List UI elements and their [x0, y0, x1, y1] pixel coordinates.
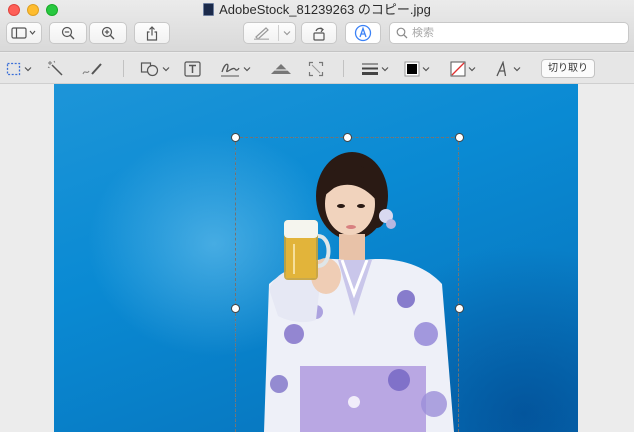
rectangular-selection-icon: [6, 62, 21, 76]
zoom-out-icon: [61, 26, 75, 40]
fill-color-swatch-icon: [450, 61, 466, 77]
document-icon: [203, 3, 215, 16]
sketch-tool-button[interactable]: [81, 59, 103, 79]
crop-selection-rectangle[interactable]: [231, 133, 464, 432]
adjust-size-button[interactable]: [308, 59, 324, 79]
sidebar-icon: [11, 27, 36, 39]
zoom-in-icon: [101, 26, 115, 40]
border-color-swatch-icon: [404, 61, 420, 77]
search-icon: [396, 27, 408, 39]
zoom-out-button[interactable]: [49, 22, 87, 44]
toolbar-separator: [123, 60, 124, 77]
chevron-down-icon[interactable]: [283, 30, 291, 36]
adjust-color-icon: [270, 64, 292, 74]
rotate-button[interactable]: [301, 22, 337, 44]
highlighter-icon: [254, 27, 269, 40]
magic-wand-icon: [47, 60, 63, 76]
highlight-divider: [278, 25, 279, 41]
highlight-button[interactable]: [243, 22, 296, 44]
search-field[interactable]: [389, 22, 629, 44]
shape-style-button[interactable]: [361, 59, 389, 79]
chevron-down-icon: [468, 67, 476, 72]
text-box-icon: [184, 61, 201, 77]
preview-window: AdobeStock_81239263 のコピー.jpg 検索 切り取り: [0, 0, 634, 432]
fill-color-button[interactable]: [450, 59, 476, 79]
shapes-icon: [140, 62, 159, 77]
chevron-down-icon: [24, 67, 32, 72]
markup-toggle-button[interactable]: [345, 22, 381, 44]
markup-icon: [354, 24, 372, 42]
sign-tool-button[interactable]: [219, 59, 251, 79]
border-color-button[interactable]: [404, 59, 430, 79]
chevron-down-icon: [422, 67, 430, 72]
adjust-size-icon: [308, 61, 324, 77]
selection-handle-left[interactable]: [231, 304, 240, 313]
selection-handle-top-right[interactable]: [455, 133, 464, 142]
chevron-down-icon: [243, 67, 251, 72]
chevron-down-icon: [381, 67, 389, 72]
window-title-area: AdobeStock_81239263 のコピー.jpg: [0, 2, 634, 18]
sketch-icon: [82, 63, 102, 75]
instant-alpha-button[interactable]: [47, 59, 65, 79]
signature-icon: [221, 63, 240, 77]
search-input[interactable]: [412, 27, 612, 39]
text-style-icon: [496, 61, 507, 77]
selection-handle-right[interactable]: [455, 304, 464, 313]
chevron-down-icon: [513, 67, 521, 72]
text-style-button[interactable]: [495, 59, 521, 79]
share-button[interactable]: [134, 22, 170, 44]
crop-button[interactable]: 切り取り: [541, 59, 595, 78]
zoom-in-button[interactable]: [89, 22, 127, 44]
adjust-color-button[interactable]: [270, 59, 292, 79]
sidebar-toggle-button[interactable]: [6, 22, 42, 44]
shapes-tool-button[interactable]: [140, 59, 170, 79]
selection-tool-button[interactable]: [6, 59, 32, 79]
markup-toolbar: 切り取り: [0, 53, 634, 84]
selection-handle-top-left[interactable]: [231, 133, 240, 142]
image-canvas: [0, 84, 634, 432]
selection-handle-top[interactable]: [343, 133, 352, 142]
line-style-icon: [362, 63, 378, 75]
toolbar-separator: [343, 60, 344, 77]
chevron-down-icon: [162, 67, 170, 72]
window-title: AdobeStock_81239263 のコピー.jpg: [219, 2, 431, 17]
share-icon: [146, 25, 158, 41]
text-tool-button[interactable]: [184, 59, 201, 79]
rotate-icon: [313, 26, 325, 41]
title-bar: AdobeStock_81239263 のコピー.jpg: [0, 0, 634, 52]
